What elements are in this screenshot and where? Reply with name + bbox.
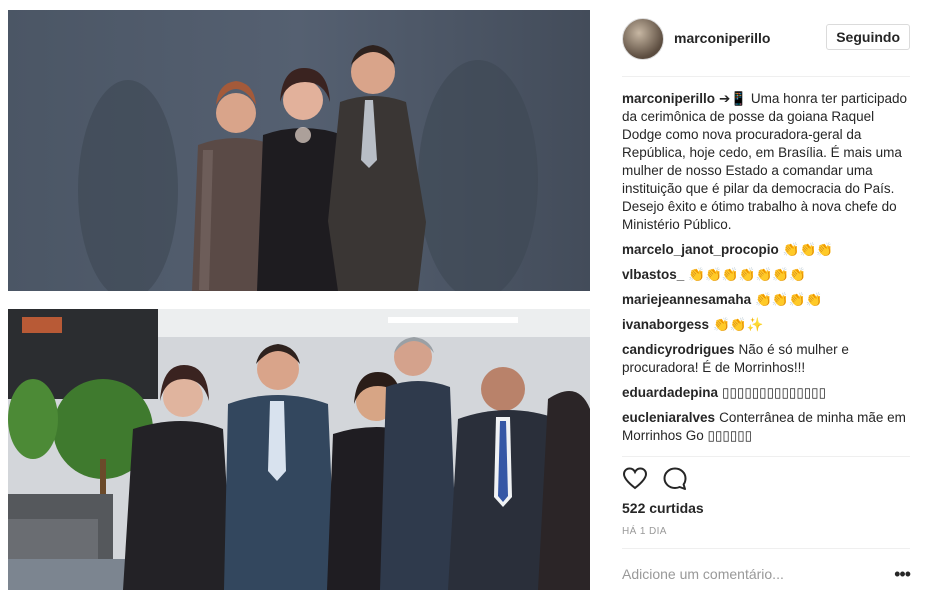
post-header: marconiperillo Seguindo [622,18,910,60]
comment-item: eduardadepina ▯▯▯▯▯▯▯▯▯▯▯▯▯▯ [622,384,910,402]
comment-text: 👏👏👏👏 [755,292,823,307]
more-options-icon[interactable]: ••• [894,564,911,585]
post-username[interactable]: marconiperillo [674,30,770,46]
post-media [0,0,598,600]
post-sidebar: marconiperillo Seguindo marconiperillo ➔📱… [610,0,920,600]
comments-list: marconiperillo ➔📱 Uma honra ter participa… [622,90,910,452]
photo-bottom [8,309,590,590]
caption-text: ➔📱 Uma honra ter participado da cerimôni… [622,91,907,232]
caption: marconiperillo ➔📱 Uma honra ter participa… [622,90,910,234]
comment-input-row: Adicione um comentário... ••• [622,564,911,585]
actions-divider [622,456,910,457]
post-actions [622,466,910,494]
comment-username[interactable]: eduardadepina [622,385,718,400]
heart-icon[interactable] [622,466,648,492]
likes-count[interactable]: 522 curtidas [622,500,704,516]
comment-text: 👏👏✨ [713,317,764,332]
avatar[interactable] [622,18,664,60]
comment-username[interactable]: candicyrodrigues [622,342,735,357]
comment-username[interactable]: vlbastos_ [622,267,684,282]
comment-username[interactable]: eucleniaralves [622,410,715,425]
comment-text: 👏👏👏 [782,242,834,257]
comment-username[interactable]: ivanaborgess [622,317,709,332]
comment-item: mariejeannesamaha 👏👏👏👏 [622,291,910,309]
photo-top [8,10,590,291]
comment-text: 👏👏👏👏👏👏👏 [688,267,806,282]
caption-username[interactable]: marconiperillo [622,91,715,106]
header-divider [622,76,910,77]
comment-divider [622,548,910,549]
post-time[interactable]: HÁ 1 DIA [622,526,667,537]
photo-top-image [8,10,590,291]
comment-item: marcelo_janot_procopio 👏👏👏 [622,241,910,259]
comment-item: ivanaborgess 👏👏✨ [622,316,910,334]
comment-text: ▯▯▯▯▯▯▯▯▯▯▯▯▯▯ [722,385,827,400]
following-button[interactable]: Seguindo [826,24,910,50]
comment-item: eucleniaralves Conterrânea de minha mãe e… [622,409,910,445]
comment-input[interactable]: Adicione um comentário... [622,566,784,582]
photo-bottom-image [8,309,590,590]
comment-username[interactable]: mariejeannesamaha [622,292,751,307]
comment-username[interactable]: marcelo_janot_procopio [622,242,779,257]
comment-bubble-icon[interactable] [662,466,688,492]
comment-item: candicyrodrigues Não é só mulher e procur… [622,341,910,377]
comment-item: vlbastos_ 👏👏👏👏👏👏👏 [622,266,910,284]
